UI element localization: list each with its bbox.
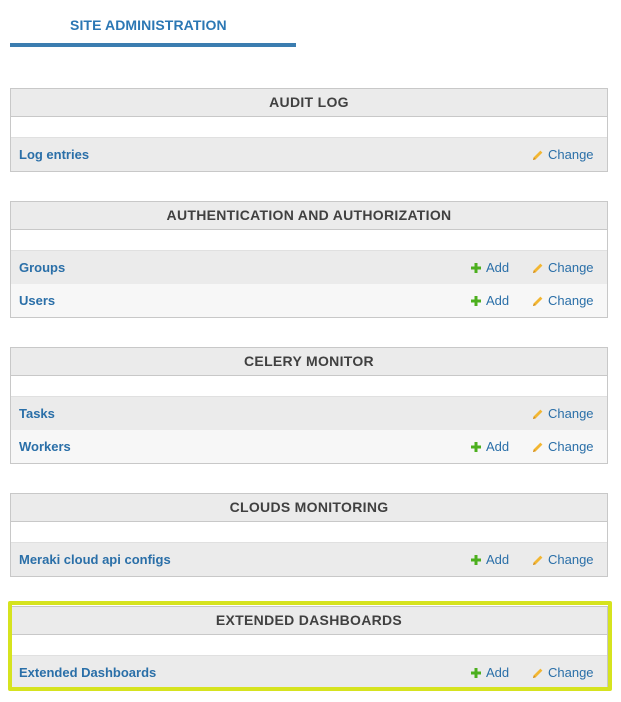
change-label: Change xyxy=(548,260,594,275)
add-link[interactable]: Add xyxy=(470,260,509,275)
module-spacer xyxy=(11,117,607,138)
module-header: CLOUDS MONITORING xyxy=(11,494,607,522)
module-celery-monitor: CELERY MONITOR Tasks Change Workers Add … xyxy=(10,347,608,464)
change-label: Change xyxy=(548,293,594,308)
change-link[interactable]: Change xyxy=(532,147,594,162)
tab-active-underline xyxy=(10,43,296,47)
add-link[interactable]: Add xyxy=(470,293,509,308)
add-link[interactable]: Add xyxy=(470,552,509,567)
table-row: Workers Add Change xyxy=(11,430,607,463)
change-link[interactable]: Change xyxy=(532,293,594,308)
module-authentication-and-authorization: AUTHENTICATION AND AUTHORIZATION Groups … xyxy=(10,201,608,318)
table-row: Meraki cloud api configs Add Change xyxy=(11,543,607,576)
table-row: Log entries Change xyxy=(11,138,607,171)
pencil-icon xyxy=(533,555,543,565)
module-spacer xyxy=(11,376,607,397)
pencil-icon xyxy=(533,263,543,273)
model-link-meraki-cloud-api-configs[interactable]: Meraki cloud api configs xyxy=(19,552,171,567)
change-label: Change xyxy=(548,552,594,567)
module-clouds-monitoring: CLOUDS MONITORING Meraki cloud api confi… xyxy=(10,493,608,577)
pencil-icon xyxy=(533,409,543,419)
model-link-tasks[interactable]: Tasks xyxy=(19,406,55,421)
plus-icon xyxy=(471,295,481,306)
change-link[interactable]: Change xyxy=(532,552,594,567)
module-audit-log: AUDIT LOG Log entries Change xyxy=(10,88,608,172)
change-link[interactable]: Change xyxy=(532,260,594,275)
pencil-icon xyxy=(533,150,543,160)
module-header: AUDIT LOG xyxy=(11,89,607,117)
add-label: Add xyxy=(486,439,510,454)
table-row: Users Add Change xyxy=(11,284,607,317)
pencil-icon xyxy=(533,442,543,452)
change-label: Change xyxy=(548,439,594,454)
table-row: Tasks Change xyxy=(11,397,607,430)
model-link-log-entries[interactable]: Log entries xyxy=(19,147,89,162)
module-spacer xyxy=(11,522,607,543)
model-link-users[interactable]: Users xyxy=(19,293,55,308)
model-link-workers[interactable]: Workers xyxy=(19,439,71,454)
change-link[interactable]: Change xyxy=(532,439,594,454)
add-link[interactable]: Add xyxy=(470,439,509,454)
plus-icon xyxy=(471,262,481,273)
add-label: Add xyxy=(486,552,510,567)
change-label: Change xyxy=(548,147,594,162)
pencil-icon xyxy=(533,296,543,306)
model-link-groups[interactable]: Groups xyxy=(19,260,65,275)
change-link[interactable]: Change xyxy=(532,406,594,421)
module-header: AUTHENTICATION AND AUTHORIZATION xyxy=(11,202,607,230)
plus-icon xyxy=(471,441,481,452)
page-title: SITE ADMINISTRATION xyxy=(70,17,227,33)
change-label: Change xyxy=(548,406,594,421)
module-spacer xyxy=(11,230,607,251)
module-header: CELERY MONITOR xyxy=(11,348,607,376)
add-label: Add xyxy=(486,293,510,308)
add-label: Add xyxy=(486,260,510,275)
table-row: Groups Add Change xyxy=(11,251,607,284)
highlight-frame xyxy=(8,601,612,691)
plus-icon xyxy=(471,554,481,565)
